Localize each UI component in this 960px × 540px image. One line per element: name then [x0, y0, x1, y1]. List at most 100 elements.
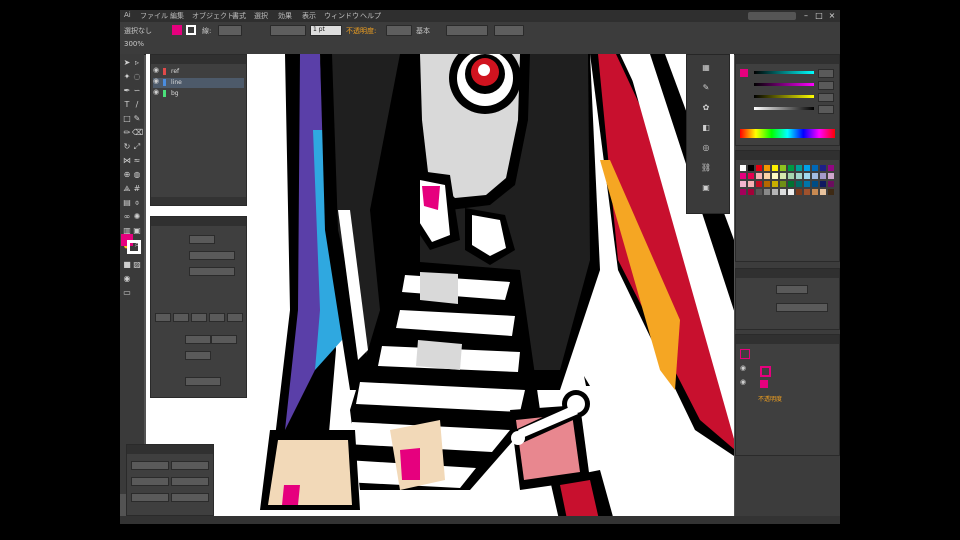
color-swatch[interactable] — [820, 189, 826, 195]
color-swatch[interactable] — [740, 165, 746, 171]
width-tool-icon[interactable]: ⋈ — [122, 156, 132, 166]
cyan-slider[interactable] — [754, 71, 814, 74]
color-swatch[interactable] — [780, 189, 786, 195]
font-style-field[interactable] — [171, 461, 209, 470]
color-swatch[interactable] — [788, 181, 794, 187]
color-swatch[interactable] — [796, 173, 802, 179]
color-swatch[interactable] — [804, 189, 810, 195]
scale-tool-icon[interactable]: ⤢ — [132, 142, 142, 152]
color-fill-preview[interactable] — [740, 69, 748, 77]
appearance-panel-icon[interactable]: ◎ — [691, 143, 721, 153]
font-size-field[interactable] — [131, 477, 169, 486]
artboards-panel-icon[interactable]: ▣ — [691, 183, 721, 193]
brush-dropdown[interactable]: 1 pt — [310, 25, 342, 36]
color-swatch[interactable] — [780, 165, 786, 171]
stroke-swatch[interactable] — [186, 25, 196, 35]
align-right-button[interactable] — [191, 313, 207, 322]
layer-row-ref[interactable]: ◉ ref — [153, 67, 244, 77]
distribute-spacing-field[interactable] — [211, 335, 237, 344]
color-swatch[interactable] — [828, 189, 834, 195]
color-swatch[interactable] — [796, 165, 802, 171]
fill-swatch[interactable] — [172, 25, 182, 35]
color-swatch[interactable] — [804, 181, 810, 187]
appearance-stroke-row[interactable]: ◉ — [738, 365, 837, 377]
appearance-opacity-row[interactable]: 不透明度 — [738, 393, 837, 403]
opacity-label[interactable]: 不透明度: — [346, 26, 376, 36]
magenta-slider[interactable] — [754, 83, 814, 86]
color-swatch[interactable] — [828, 181, 834, 187]
type-tool-icon[interactable]: T — [122, 100, 132, 110]
symbols-panel-icon[interactable]: ✿ — [691, 103, 721, 113]
color-swatch[interactable] — [748, 165, 754, 171]
color-swatch[interactable] — [812, 181, 818, 187]
stroke-weight-field[interactable] — [218, 25, 242, 36]
menu-object[interactable]: オブジェクト — [192, 11, 234, 21]
color-swatch[interactable] — [748, 181, 754, 187]
stroke-color-box[interactable] — [127, 240, 141, 254]
style-label[interactable]: 基本 — [416, 26, 430, 36]
menu-help[interactable]: ヘルプ — [360, 11, 381, 21]
color-swatch[interactable] — [764, 189, 770, 195]
brushes-panel-icon[interactable]: ✎ — [691, 83, 721, 93]
color-swatch[interactable] — [796, 189, 802, 195]
opacity-field[interactable] — [386, 25, 412, 36]
color-swatch[interactable] — [756, 173, 762, 179]
layer-row-bg[interactable]: ◉ bg — [153, 89, 244, 99]
color-swatch[interactable] — [764, 165, 770, 171]
color-swatch[interactable] — [828, 173, 834, 179]
swatches-panel-icon[interactable]: ▦ — [691, 63, 721, 73]
pencil-tool-icon[interactable]: ✏ — [122, 128, 132, 138]
align-left-button[interactable] — [155, 313, 171, 322]
color-swatch[interactable] — [820, 165, 826, 171]
color-swatch[interactable] — [764, 173, 770, 179]
visibility-eye-icon[interactable]: ◉ — [153, 78, 160, 85]
color-swatch[interactable] — [804, 165, 810, 171]
variable-width-dropdown[interactable] — [270, 25, 306, 36]
color-swatch[interactable] — [812, 189, 818, 195]
yellow-value-field[interactable] — [818, 93, 834, 102]
curvature-tool-icon[interactable]: ∽ — [132, 86, 142, 96]
stroke-weight-panel-field[interactable] — [776, 285, 808, 294]
align-to-dropdown[interactable] — [185, 377, 221, 386]
draw-mode-icon[interactable]: ◉ — [122, 274, 132, 284]
color-swatch[interactable] — [788, 189, 794, 195]
color-swatch[interactable] — [740, 181, 746, 187]
mesh-tool-icon[interactable]: # — [132, 184, 142, 194]
visibility-eye-icon[interactable]: ◉ — [153, 67, 160, 74]
x-field[interactable] — [189, 235, 215, 244]
cyan-value-field[interactable] — [818, 69, 834, 78]
color-swatch[interactable] — [772, 173, 778, 179]
menu-select[interactable]: 選択 — [254, 11, 268, 21]
blend-tool-icon[interactable]: ∞ — [122, 212, 132, 222]
color-swatch[interactable] — [764, 181, 770, 187]
eraser-tool-icon[interactable]: ⌫ — [132, 128, 143, 138]
color-swatch[interactable] — [812, 165, 818, 171]
maximize-button[interactable]: □ — [813, 11, 825, 20]
preferences-button[interactable] — [494, 25, 524, 36]
menu-effect[interactable]: 効果 — [278, 11, 292, 21]
width-field[interactable] — [189, 267, 235, 276]
font-field[interactable] — [131, 461, 169, 470]
color-swatch[interactable] — [772, 189, 778, 195]
align-center-button[interactable] — [173, 313, 189, 322]
document-setup-button[interactable] — [446, 25, 488, 36]
black-value-field[interactable] — [818, 105, 834, 114]
y-field[interactable] — [189, 251, 235, 260]
color-swatch[interactable] — [780, 181, 786, 187]
spacing-field[interactable] — [185, 351, 211, 360]
document-tab[interactable]: 300% — [124, 40, 144, 48]
distribute-field[interactable] — [185, 335, 211, 344]
color-swatch[interactable] — [748, 189, 754, 195]
visibility-eye-icon[interactable]: ◉ — [740, 379, 747, 386]
color-swatch[interactable] — [756, 189, 762, 195]
color-swatch[interactable] — [740, 189, 746, 195]
color-swatch[interactable] — [772, 181, 778, 187]
rectangle-tool-icon[interactable]: □ — [122, 114, 132, 124]
kerning-field[interactable] — [171, 493, 209, 502]
color-swatch[interactable] — [772, 165, 778, 171]
layer-row-line[interactable]: ◉ line — [153, 78, 244, 88]
align-bottom-button[interactable] — [227, 313, 243, 322]
color-swatch[interactable] — [820, 181, 826, 187]
direct-selection-tool-icon[interactable]: ▹ — [132, 58, 142, 68]
color-swatch[interactable] — [780, 173, 786, 179]
